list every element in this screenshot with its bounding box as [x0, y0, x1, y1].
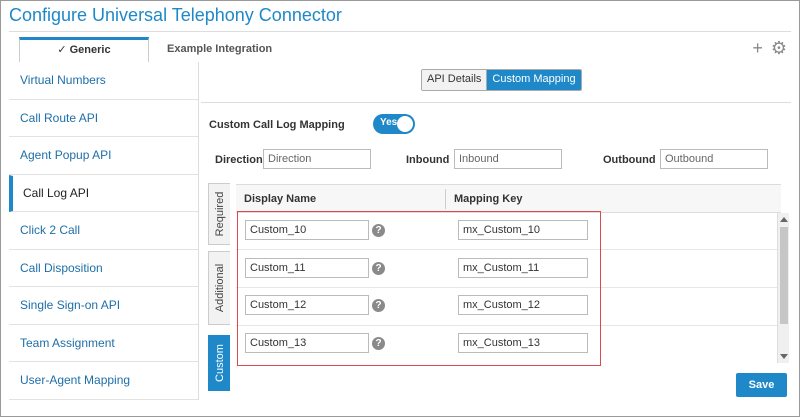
outbound-input[interactable] [660, 149, 768, 169]
gear-icon[interactable]: ⚙ [771, 39, 787, 57]
plus-icon[interactable]: + [752, 39, 763, 57]
custom-call-log-mapping-label: Custom Call Log Mapping [209, 119, 345, 131]
inbound-input[interactable] [454, 149, 562, 169]
content-divider [201, 102, 791, 103]
tab-example-integration[interactable]: Example Integration [149, 37, 290, 63]
top-icons: + ⚙ [752, 39, 787, 57]
view-switch: API Details Custom Mapping [421, 69, 582, 91]
app-window: Configure Universal Telephony Connector … [0, 0, 800, 417]
sidebar-item-call-disposition[interactable]: Call Disposition [9, 249, 198, 287]
sidebar-item-single-sign-on-api[interactable]: Single Sign-on API [9, 287, 198, 325]
column-divider [445, 189, 446, 209]
api-details-button[interactable]: API Details [422, 70, 488, 90]
sidebar-item-call-route-api[interactable]: Call Route API [9, 99, 198, 137]
toggle-label: Yes [380, 117, 398, 128]
content-panel: API Details Custom Mapping Custom Call L… [201, 62, 791, 400]
sidebar-item-agent-popup-api[interactable]: Agent Popup API [9, 137, 198, 175]
check-icon: ✓ [57, 44, 67, 56]
sidebar-item-user-agent-mapping[interactable]: User-Agent Mapping [9, 362, 198, 400]
sidebar-item-team-assignment[interactable]: Team Assignment [9, 324, 198, 362]
tab-additional-label: Additional [213, 263, 226, 313]
highlight-box [237, 211, 601, 366]
tab-custom[interactable]: Custom [208, 335, 230, 391]
toggle-knob [397, 116, 413, 132]
sidebar-item-call-log-api[interactable]: Call Log API [9, 174, 198, 212]
page-title: Configure Universal Telephony Connector [9, 5, 342, 25]
grid-scrollbar[interactable] [777, 213, 789, 363]
outbound-label: Outbound [603, 154, 656, 166]
tab-additional[interactable]: Additional [208, 251, 230, 325]
tab-label: Generic [69, 44, 111, 56]
column-mapping-key: Mapping Key [454, 193, 523, 205]
tab-generic[interactable]: ✓ Generic [19, 37, 149, 63]
save-button[interactable]: Save [736, 373, 787, 397]
direction-label: Direction [215, 154, 263, 166]
tab-custom-label: Custom [213, 344, 226, 382]
grid-header: Display Name Mapping Key [236, 185, 781, 213]
scroll-thumb[interactable] [780, 227, 788, 324]
sidebar-item-virtual-numbers[interactable]: Virtual Numbers [9, 62, 198, 100]
inbound-label: Inbound [406, 154, 450, 166]
tab-required-label: Required [213, 191, 226, 237]
sidebar-item-click-2-call[interactable]: Click 2 Call [9, 212, 198, 250]
custom-call-log-toggle[interactable]: Yes [373, 114, 415, 134]
tab-required[interactable]: Required [208, 183, 230, 245]
direction-input[interactable] [263, 149, 371, 169]
title-divider [9, 31, 791, 32]
field-type-tabs: Required Additional Custom [208, 183, 230, 397]
scroll-up-icon[interactable] [780, 217, 788, 222]
sidebar: Virtual Numbers Call Route API Agent Pop… [9, 62, 199, 400]
tab-bar: ✓ Generic Example Integration [19, 37, 290, 63]
column-display-name: Display Name [244, 193, 317, 205]
custom-mapping-button[interactable]: Custom Mapping [487, 70, 581, 90]
scroll-down-icon[interactable] [780, 354, 788, 359]
